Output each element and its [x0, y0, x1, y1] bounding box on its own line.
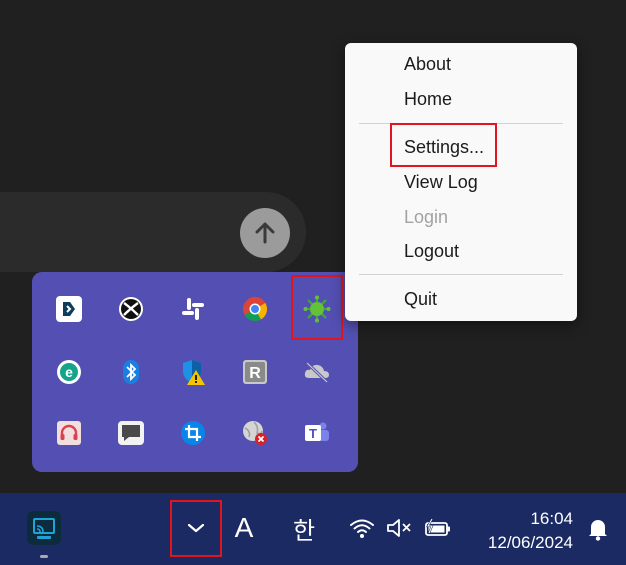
bluetooth-icon[interactable] [116, 357, 146, 387]
menu-item-view-log[interactable]: View Log [404, 171, 478, 193]
notifications-button[interactable] [584, 515, 612, 543]
menu-item-login: Login [404, 207, 449, 227]
svg-text:R: R [249, 365, 261, 382]
eset-icon[interactable]: e [54, 357, 84, 387]
tray-icon-highlight [291, 275, 343, 340]
settings-highlight [390, 123, 497, 167]
clock-date: 12/06/2024 [487, 533, 573, 552]
cast-app-icon [27, 511, 61, 545]
slack-icon[interactable] [178, 294, 208, 324]
clock[interactable]: 16:04 12/06/2024 [488, 507, 573, 555]
menu-item-logout[interactable]: Logout [404, 240, 459, 262]
ime-mode-indicator[interactable]: A [228, 507, 260, 549]
headset-icon[interactable] [54, 418, 84, 448]
tray-context-menu: About Home Settings... View Log Login Lo… [345, 43, 577, 321]
battery-charging-icon[interactable] [422, 511, 454, 545]
menu-item-quit[interactable]: Quit [404, 288, 437, 310]
send-button[interactable] [240, 208, 290, 258]
speaker-muted-icon[interactable] [384, 511, 414, 545]
pinned-app-button[interactable] [24, 508, 64, 548]
crop-tool-icon[interactable] [178, 418, 208, 448]
menu-item-about[interactable]: About [404, 53, 451, 75]
svg-text:T: T [309, 426, 317, 441]
bell-icon [589, 520, 607, 541]
app-running-indicator [40, 555, 48, 558]
dashlane-icon[interactable] [54, 294, 84, 324]
clock-time: 16:04 [530, 509, 573, 528]
defender-warning-icon[interactable] [178, 357, 208, 387]
menu-separator [359, 274, 563, 275]
chat-bubble-icon[interactable] [116, 418, 146, 448]
chrome-icon[interactable] [240, 294, 270, 324]
menu-item-home[interactable]: Home [404, 88, 452, 110]
taskbar: A 한 16:04 12/06/2024 [0, 493, 626, 565]
chevron-highlight [170, 500, 222, 557]
svg-text:e: e [65, 364, 73, 380]
onedrive-off-icon[interactable] [302, 357, 332, 387]
language-indicator[interactable]: 한 [286, 507, 322, 549]
xbox-icon[interactable] [116, 294, 146, 324]
teams-icon[interactable]: T [302, 418, 332, 448]
globe-error-icon[interactable] [240, 418, 270, 448]
r-app-icon[interactable]: R [240, 357, 270, 387]
arrow-up-icon [255, 222, 275, 244]
wifi-icon[interactable] [348, 511, 376, 545]
